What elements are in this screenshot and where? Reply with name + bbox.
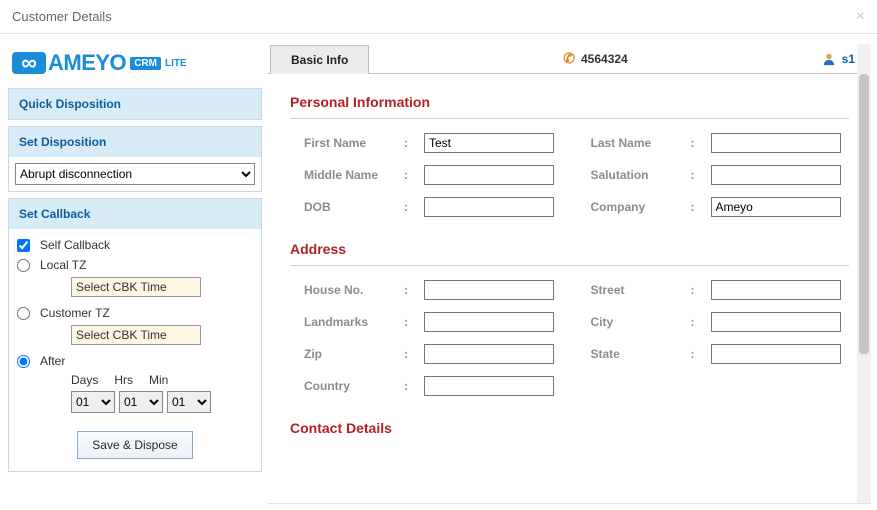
salutation-label: Salutation: [591, 168, 691, 182]
divider: [290, 265, 849, 266]
salutation-input[interactable]: [711, 165, 841, 185]
phone-display: ✆ 4564324: [369, 50, 821, 67]
street-label: Street: [591, 283, 691, 297]
middle-name-input[interactable]: [424, 165, 554, 185]
hrs-select[interactable]: 01: [119, 391, 163, 413]
local-tz-time-input[interactable]: Select CBK Time: [71, 277, 201, 297]
days-select[interactable]: 01: [71, 391, 115, 413]
disposition-select[interactable]: Abrupt disconnection: [15, 163, 255, 185]
landmarks-label: Landmarks: [304, 315, 404, 329]
customer-tz-time-input[interactable]: Select CBK Time: [71, 325, 201, 345]
customer-tz-label: Customer TZ: [40, 306, 110, 320]
last-name-input[interactable]: [711, 133, 841, 153]
company-input[interactable]: [711, 197, 841, 217]
set-callback-panel: Set Callback Self Callback Local TZ Sele…: [8, 198, 262, 472]
city-input[interactable]: [711, 312, 841, 332]
phone-number: 4564324: [581, 52, 628, 66]
after-label: After: [40, 354, 65, 368]
local-tz-radio[interactable]: [17, 259, 30, 272]
section-contact-title: Contact Details: [290, 410, 849, 442]
self-callback-checkbox[interactable]: [17, 239, 30, 252]
infinity-icon: [12, 52, 46, 74]
customer-tz-row: Customer TZ: [15, 303, 255, 323]
after-radio[interactable]: [17, 355, 30, 368]
window-title: Customer Details: [12, 9, 112, 24]
zip-label: Zip: [304, 347, 404, 361]
tab-bar: Basic Info ✆ 4564324 s1: [268, 44, 871, 74]
zip-input[interactable]: [424, 344, 554, 364]
section-personal-title: Personal Information: [290, 84, 849, 116]
scrollbar-thumb[interactable]: [859, 74, 869, 354]
save-dispose-button[interactable]: Save & Dispose: [77, 431, 192, 459]
close-icon[interactable]: ×: [856, 8, 865, 26]
state-label: State: [591, 347, 691, 361]
customer-tz-radio[interactable]: [17, 307, 30, 320]
last-name-label: Last Name: [591, 136, 691, 150]
min-select[interactable]: 01: [167, 391, 211, 413]
user-name: s1: [842, 52, 855, 66]
house-label: House No.: [304, 283, 404, 297]
first-name-label: First Name: [304, 136, 404, 150]
divider: [290, 118, 849, 119]
min-label: Min: [149, 373, 168, 387]
set-disposition-header: Set Disposition: [9, 127, 261, 157]
landmarks-input[interactable]: [424, 312, 554, 332]
quick-disposition-header[interactable]: Quick Disposition: [9, 89, 261, 119]
scrollbar[interactable]: [857, 44, 871, 503]
self-callback-row: Self Callback: [15, 235, 255, 255]
quick-disposition-panel: Quick Disposition: [8, 88, 262, 120]
city-label: City: [591, 315, 691, 329]
tab-basic-info[interactable]: Basic Info: [270, 45, 369, 74]
local-tz-label: Local TZ: [40, 258, 86, 272]
dob-input[interactable]: [424, 197, 554, 217]
logo: AMEYO CRM LITE: [8, 44, 262, 88]
country-input[interactable]: [424, 376, 554, 396]
company-label: Company: [591, 200, 691, 214]
street-input[interactable]: [711, 280, 841, 300]
user-icon: [822, 52, 836, 66]
local-tz-row: Local TZ: [15, 255, 255, 275]
self-callback-label: Self Callback: [40, 238, 110, 252]
phone-icon: ✆: [563, 50, 575, 67]
country-label: Country: [304, 379, 404, 393]
title-bar: Customer Details ×: [0, 0, 877, 34]
set-callback-header: Set Callback: [9, 199, 261, 229]
logo-brand: AMEYO: [48, 50, 126, 76]
middle-name-label: Middle Name: [304, 168, 404, 182]
first-name-input[interactable]: [424, 133, 554, 153]
after-row: After: [15, 351, 255, 371]
hrs-label: Hrs: [114, 373, 133, 387]
logo-lite: LITE: [165, 58, 187, 69]
state-input[interactable]: [711, 344, 841, 364]
set-disposition-panel: Set Disposition Abrupt disconnection: [8, 126, 262, 192]
logo-crm: CRM: [130, 57, 161, 70]
house-input[interactable]: [424, 280, 554, 300]
dob-label: DOB: [304, 200, 404, 214]
days-label: Days: [71, 373, 98, 387]
section-address-title: Address: [290, 231, 849, 263]
